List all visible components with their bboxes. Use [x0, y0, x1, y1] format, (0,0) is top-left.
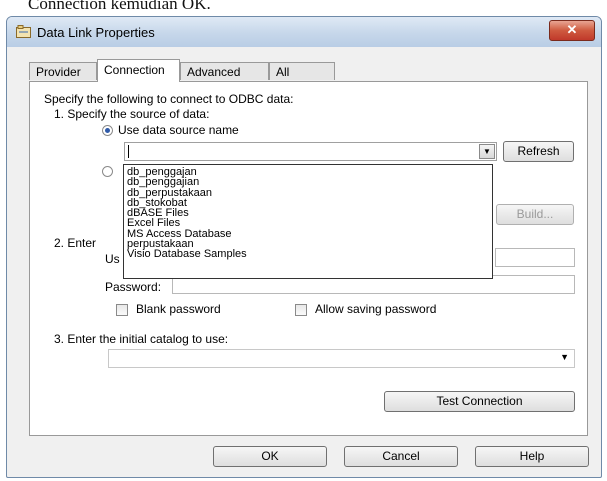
help-button[interactable]: Help — [475, 446, 589, 467]
blank-password-checkbox[interactable] — [116, 304, 128, 316]
step1-label: 1. Specify the source of data: — [54, 107, 210, 121]
tab-advanced[interactable]: Advanced — [180, 62, 269, 80]
data-link-icon — [16, 25, 31, 38]
chevron-down-icon[interactable]: ▼ — [479, 144, 495, 159]
dsn-dropdown-list: db_penggajan db_penggajian db_perpustaka… — [123, 164, 493, 279]
tab-provider[interactable]: Provider — [29, 62, 97, 80]
user-name-label: Us — [105, 252, 120, 266]
user-name-input[interactable] — [495, 248, 575, 267]
build-button[interactable]: Build... — [496, 204, 574, 225]
password-label: Password: — [105, 280, 162, 294]
cancel-button[interactable]: Cancel — [344, 446, 458, 467]
page-caption: Connection kemudian OK. — [28, 0, 211, 13]
use-dsn-radio[interactable] — [102, 125, 113, 136]
initial-catalog-combo[interactable]: ▼ — [108, 349, 575, 368]
blank-password-label: Blank password — [136, 302, 221, 316]
test-connection-button[interactable]: Test Connection — [384, 391, 575, 412]
allow-saving-checkbox[interactable] — [295, 304, 307, 316]
refresh-button[interactable]: Refresh — [503, 141, 574, 162]
dsn-combo[interactable]: ▼ — [124, 142, 497, 161]
intro-text: Specify the following to connect to ODBC… — [44, 92, 294, 106]
use-dsn-label: Use data source name — [118, 123, 239, 137]
dsn-option[interactable]: Visio Database Samples — [124, 249, 492, 260]
close-button[interactable]: ✕ — [549, 20, 595, 41]
ok-button[interactable]: OK — [213, 446, 327, 467]
allow-saving-label: Allow saving password — [315, 302, 437, 316]
text-cursor — [128, 145, 129, 158]
step2-label: 2. Enter — [54, 236, 97, 250]
step3-label: 3. Enter the initial catalog to use: — [54, 332, 229, 346]
chevron-down-icon[interactable]: ▼ — [560, 352, 569, 362]
window-title: Data Link Properties — [37, 25, 155, 40]
close-icon: ✕ — [566, 22, 578, 37]
tab-all[interactable]: All — [269, 62, 335, 80]
use-connection-string-radio[interactable] — [102, 166, 113, 177]
tab-connection[interactable]: Connection — [97, 59, 180, 82]
title-bar[interactable]: Data Link Properties ✕ — [7, 17, 601, 47]
